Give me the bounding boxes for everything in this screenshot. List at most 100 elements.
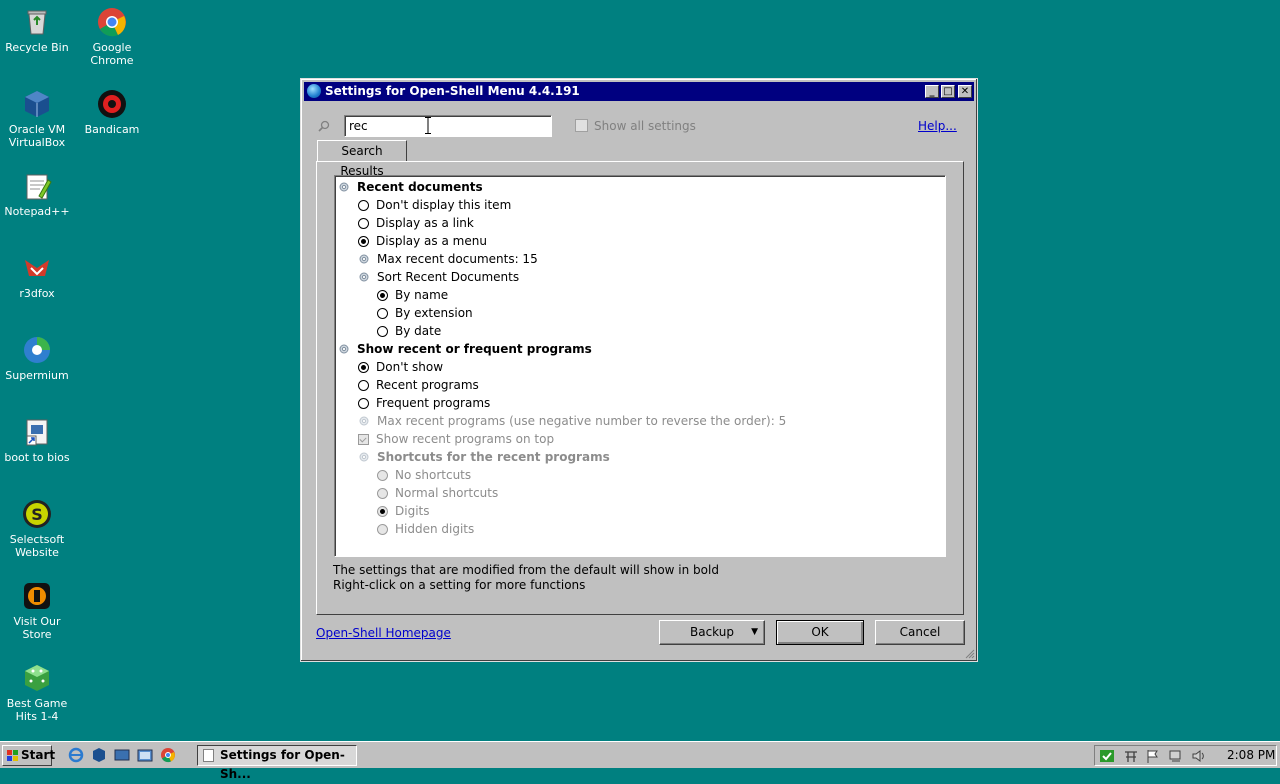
tree-row-radio[interactable]: By extension — [377, 304, 473, 322]
dropdown-arrow-icon: ▼ — [751, 627, 758, 637]
start-button[interactable]: Start — [2, 745, 56, 766]
desktop-icon-google-chrome[interactable]: Google Chrome — [75, 6, 149, 67]
tree-row-radio: Digits — [377, 502, 429, 520]
open-shell-homepage-link[interactable]: Open-Shell Homepage — [316, 626, 451, 640]
cancel-button[interactable]: Cancel — [875, 620, 965, 645]
settings-dialog: Settings for Open-Shell Menu 4.4.191 _ □… — [300, 78, 978, 662]
title-bar[interactable]: Settings for Open-Shell Menu 4.4.191 _ □… — [304, 82, 974, 101]
tree-row-label: By extension — [395, 306, 473, 320]
tree-row-setting[interactable]: Sort Recent Documents — [358, 268, 519, 286]
notepadpp-icon — [26, 174, 52, 200]
desktop-icon-label: Recycle Bin — [5, 41, 69, 54]
tree-row-label: Sort Recent Documents — [377, 270, 520, 284]
start-label: Start — [21, 748, 56, 762]
tree-row-label: Hidden digits — [395, 522, 475, 536]
desktop-icon-notepadpp[interactable]: Notepad++ — [0, 170, 74, 218]
tree-row-label: Display as a menu — [376, 234, 487, 248]
search-icon — [318, 120, 330, 132]
checkbox-icon — [575, 119, 588, 132]
radio-icon — [358, 218, 369, 229]
supermium-icon — [24, 337, 50, 363]
tree-row-setting[interactable]: Max recent documents: 15 — [358, 250, 538, 268]
tree-row-group[interactable]: Recent documents — [338, 178, 483, 196]
maximize-button[interactable]: □ — [941, 85, 955, 98]
action-center-flag-icon[interactable] — [1145, 748, 1161, 764]
desktop-icon-label: r3dfox — [19, 287, 55, 300]
desktop-icon-label: Bandicam — [84, 123, 140, 136]
hint-modified-bold: The settings that are modified from the … — [333, 563, 719, 577]
setting-gear-icon — [338, 180, 350, 192]
tree-row-radio[interactable]: Display as a link — [358, 214, 474, 232]
desktop-icon-label: Oracle VM VirtualBox — [8, 123, 66, 149]
setting-gear-icon — [358, 252, 370, 264]
tree-row-radio: Hidden digits — [377, 520, 474, 538]
recycle-bin-icon — [27, 10, 47, 35]
tree-row-label: By name — [395, 288, 449, 302]
backup-button[interactable]: Backup ▼ — [659, 620, 765, 645]
resize-grip-icon[interactable] — [965, 649, 975, 659]
ime-icon[interactable] — [1123, 748, 1139, 764]
desktop-icon-r3dfox[interactable]: r3dfox — [0, 252, 74, 300]
tree-row-label: Don't display this item — [376, 198, 512, 212]
explorer-icon[interactable] — [137, 747, 153, 763]
desktop-icon-label: Notepad++ — [4, 205, 70, 218]
tree-row-radio[interactable]: Recent programs — [358, 376, 479, 394]
tree-row-setting: Shortcuts for the recent programs — [358, 448, 610, 466]
chrome-icon — [98, 8, 126, 37]
show-all-settings-checkbox[interactable]: Show all settings — [575, 119, 696, 133]
virtualbox-icon[interactable] — [91, 747, 107, 763]
tree-row-radio[interactable]: By name — [377, 286, 448, 304]
desktop-icon-virtualbox[interactable]: Oracle VM VirtualBox — [0, 88, 74, 149]
volume-icon[interactable] — [1191, 748, 1207, 764]
radio-icon — [377, 326, 388, 337]
chrome-icon[interactable] — [160, 747, 176, 763]
desktop-icon-recycle-bin[interactable]: Recycle Bin — [0, 6, 74, 54]
taskbar-button-settings[interactable]: Settings for Open-Sh... — [197, 745, 357, 781]
ok-button[interactable]: OK — [776, 620, 864, 645]
bandicam-icon — [98, 90, 126, 118]
tree-row-radio[interactable]: By date — [377, 322, 441, 340]
desktop-icon-boot-to-bios[interactable]: boot to bios — [0, 416, 74, 464]
hint-right-click: Right-click on a setting for more functi… — [333, 578, 586, 592]
store-icon — [24, 583, 50, 609]
tree-row-radio: Normal shortcuts — [377, 484, 498, 502]
tree-row-label: Max recent programs (use negative number… — [377, 414, 787, 428]
tab-panel: Recent documents Don't display this item D… — [316, 161, 964, 615]
desktop-icon-selectsoft[interactable]: S Selectsoft Website — [0, 498, 74, 559]
desktop-icon-bandicam[interactable]: Bandicam — [75, 88, 149, 136]
search-input[interactable]: rec — [344, 115, 552, 137]
radio-icon — [358, 200, 369, 211]
radio-icon — [377, 524, 388, 535]
network-check-icon[interactable] — [1099, 748, 1115, 764]
shortcut-icon — [26, 419, 48, 446]
tab-search-results[interactable]: Search Results — [317, 140, 407, 178]
radio-icon — [358, 362, 369, 373]
settings-tree[interactable]: Recent documents Don't display this item D… — [334, 175, 946, 557]
radio-icon — [377, 488, 388, 499]
game-icon — [25, 665, 49, 691]
desktop-icon-label: Selectsoft Website — [9, 533, 65, 559]
desktop-icon-label: Best Game Hits 1-4 — [6, 697, 68, 723]
close-button[interactable]: ✕ — [958, 85, 972, 98]
desktop-icon-label: Visit Our Store — [13, 615, 61, 641]
setting-gear-icon — [358, 414, 370, 426]
tree-row-radio[interactable]: Frequent programs — [358, 394, 490, 412]
internet-explorer-icon[interactable] — [68, 747, 84, 763]
desktop-icon-visit-our-store[interactable]: Visit Our Store — [0, 580, 74, 641]
search-input-value: rec — [349, 119, 368, 133]
desktop-icon-supermium[interactable]: Supermium — [0, 334, 74, 382]
minimize-button[interactable]: _ — [925, 85, 939, 98]
tree-row-group[interactable]: Show recent or frequent programs — [338, 340, 592, 358]
network-icon[interactable] — [1168, 748, 1184, 764]
tree-row-label: Show recent or frequent programs — [357, 342, 592, 356]
system-tray: 2:08 PM — [1094, 745, 1277, 766]
clock[interactable]: 2:08 PM — [1227, 746, 1275, 765]
tree-row-radio[interactable]: Display as a menu — [358, 232, 487, 250]
desktop-icon-best-game-hits[interactable]: Best Game Hits 1-4 — [0, 662, 74, 723]
tree-row-radio[interactable]: Don't display this item — [358, 196, 511, 214]
tree-row-radio[interactable]: Don't show — [358, 358, 443, 376]
show-desktop-icon[interactable] — [114, 747, 130, 763]
help-link[interactable]: Help... — [918, 119, 957, 133]
tree-row-label: Show recent programs on top — [376, 432, 555, 446]
backup-label: Backup — [690, 625, 734, 639]
